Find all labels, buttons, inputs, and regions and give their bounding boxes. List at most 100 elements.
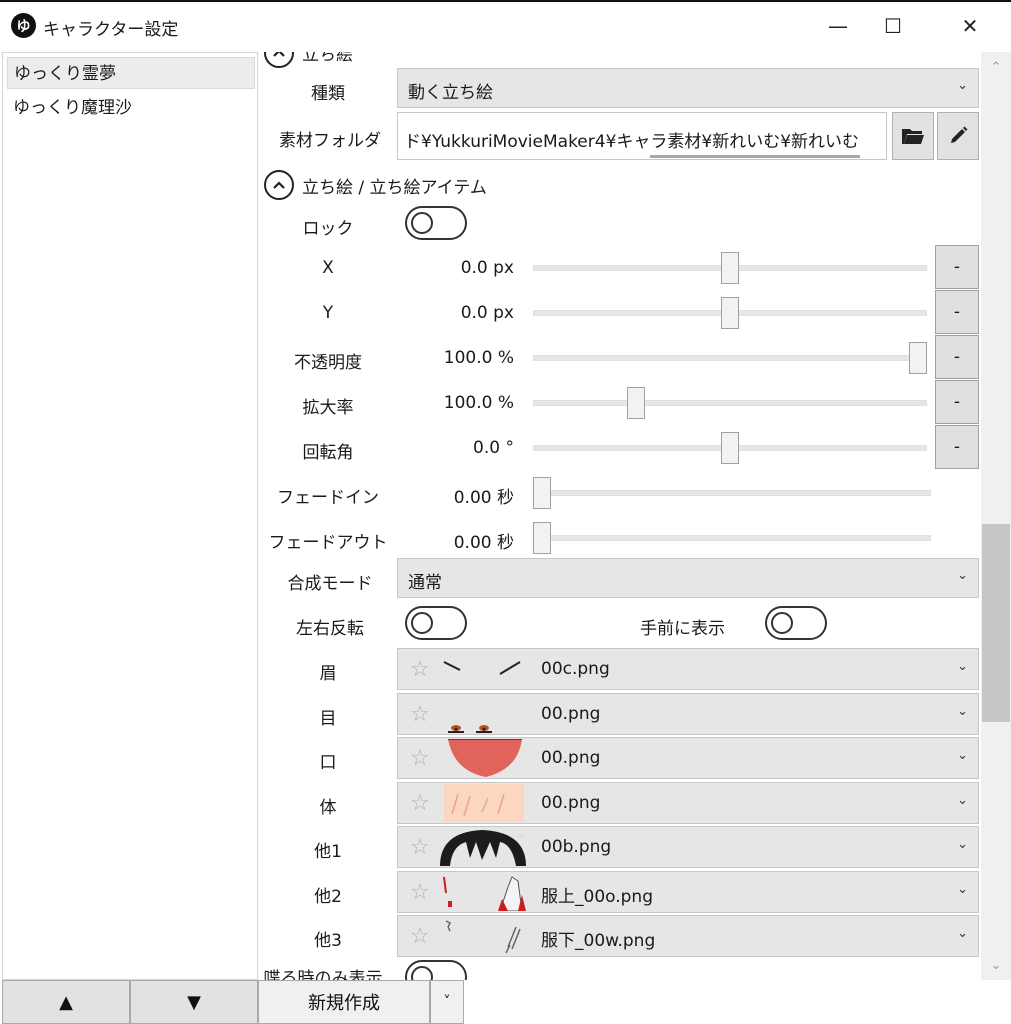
character-list: ゆっくり霊夢 ゆっくり魔理沙: [2, 52, 258, 980]
chevron-down-icon: ⌄: [957, 882, 968, 897]
part-label: 眉: [319, 664, 337, 684]
part-label: 体: [319, 798, 337, 818]
param-value[interactable]: 0.00 秒: [408, 528, 514, 553]
character-list-item[interactable]: ゆっくり霊夢: [7, 57, 255, 89]
part-label: 口: [319, 753, 337, 773]
param-slider-track[interactable]: [533, 355, 927, 361]
kind-label: 種類: [311, 84, 345, 104]
param-value[interactable]: 0.0 °: [408, 438, 514, 458]
chevron-down-icon: ⌄: [957, 926, 968, 941]
speak-only-toggle[interactable]: [405, 960, 467, 980]
star-icon[interactable]: ☆: [410, 924, 430, 949]
folder-input[interactable]: ド¥YukkuriMovieMaker4¥キャラ素材¥新れいむ¥新れいむ: [397, 112, 887, 160]
new-character-dropdown[interactable]: ˅: [430, 980, 464, 1024]
param-label: 不透明度: [294, 353, 362, 373]
folder-label: 素材フォルダ: [279, 131, 381, 151]
character-list-item[interactable]: ゆっくり魔理沙: [7, 92, 255, 124]
part-thumbnail: [438, 739, 530, 777]
part-file-name: 00c.png: [541, 659, 610, 679]
scrollbar-thumb[interactable]: [982, 524, 1010, 722]
part-select[interactable]: ☆ 服上_00o.png ⌄: [397, 871, 979, 913]
app-icon: ゆ: [11, 13, 36, 38]
param-reset-button[interactable]: -: [935, 335, 979, 379]
part-select[interactable]: ☆ 00.png ⌄: [397, 737, 979, 779]
collapse-section-icon[interactable]: [264, 170, 294, 200]
part-select[interactable]: ☆ 服下_00w.png ⌄: [397, 915, 979, 957]
kind-select[interactable]: 動く立ち絵 ⌄: [397, 68, 979, 108]
speak-only-label: 喋る時のみ表示: [263, 969, 383, 980]
part-thumbnail: [438, 828, 530, 866]
param-reset-button[interactable]: -: [935, 425, 979, 469]
param-slider-track[interactable]: [533, 400, 927, 406]
move-up-button[interactable]: ▲: [2, 980, 130, 1024]
flip-toggle[interactable]: [405, 606, 467, 640]
param-slider-thumb[interactable]: [533, 522, 551, 554]
star-icon[interactable]: ☆: [410, 657, 430, 682]
part-label: 他1: [314, 842, 342, 862]
param-reset-button[interactable]: -: [935, 380, 979, 424]
param-slider-thumb[interactable]: [721, 432, 739, 464]
scroll-up-icon[interactable]: ⌃: [981, 54, 1011, 80]
settings-pane: 立ち絵 種類 動く立ち絵 ⌄ 素材フォルダ ド¥YukkuriMovieMake…: [258, 52, 981, 980]
part-file-name: 00.png: [541, 704, 601, 724]
collapse-section-icon[interactable]: [264, 52, 294, 68]
param-reset-button[interactable]: -: [935, 290, 979, 334]
chevron-down-icon: ⌄: [957, 704, 968, 719]
param-value[interactable]: 0.0 px: [408, 258, 514, 278]
part-file-name: 00b.png: [541, 837, 612, 857]
param-value[interactable]: 0.00 秒: [408, 483, 514, 508]
folder-path-scrollbar[interactable]: [650, 155, 860, 158]
section-title-items: 立ち絵 / 立ち絵アイテム: [302, 178, 487, 198]
blend-mode-label: 合成モード: [287, 574, 373, 594]
param-label: X: [322, 258, 334, 278]
param-label: フェードイン: [277, 488, 379, 508]
param-reset-button[interactable]: -: [935, 245, 979, 289]
move-down-button[interactable]: ▼: [130, 980, 258, 1024]
param-slider-thumb[interactable]: [721, 252, 739, 284]
param-slider-thumb[interactable]: [909, 342, 927, 374]
window-top-edge: [0, 0, 1011, 2]
part-thumbnail: [438, 695, 530, 733]
scroll-down-icon[interactable]: ⌄: [981, 952, 1011, 978]
part-file-name: 服下_00w.png: [541, 931, 656, 951]
lock-label: ロック: [302, 219, 354, 239]
chevron-down-icon: ⌄: [957, 78, 968, 93]
param-slider-thumb[interactable]: [533, 477, 551, 509]
new-character-button[interactable]: 新規作成: [258, 980, 430, 1024]
lock-toggle[interactable]: [405, 206, 467, 240]
param-value[interactable]: 100.0 %: [408, 393, 514, 413]
param-slider-track[interactable]: [533, 490, 931, 496]
param-slider-track[interactable]: [533, 535, 931, 541]
chevron-down-icon: ⌄: [957, 748, 968, 763]
part-select[interactable]: ☆ 00.png ⌄: [397, 782, 979, 824]
minimize-button[interactable]: —: [818, 8, 858, 44]
star-icon[interactable]: ☆: [410, 835, 430, 860]
star-icon[interactable]: ☆: [410, 702, 430, 727]
param-value[interactable]: 100.0 %: [408, 348, 514, 368]
param-slider-thumb[interactable]: [721, 297, 739, 329]
param-value[interactable]: 0.0 px: [408, 303, 514, 323]
part-file-name: 服上_00o.png: [541, 887, 653, 907]
blend-mode-select[interactable]: 通常 ⌄: [397, 558, 979, 598]
star-icon[interactable]: ☆: [410, 791, 430, 816]
chevron-down-icon: ⌄: [957, 659, 968, 674]
vertical-scrollbar[interactable]: ⌃ ⌄: [981, 52, 1011, 980]
param-label: 拡大率: [302, 398, 354, 418]
front-label: 手前に表示: [640, 619, 725, 639]
part-select[interactable]: ☆ 00b.png ⌄: [397, 826, 979, 868]
param-slider-thumb[interactable]: [627, 387, 645, 419]
part-select[interactable]: ☆ 00c.png ⌄: [397, 648, 979, 690]
kind-value: 動く立ち絵: [408, 83, 493, 103]
open-folder-button[interactable]: [892, 112, 934, 160]
maximize-button[interactable]: ☐: [873, 8, 913, 44]
part-thumbnail: [438, 784, 530, 822]
part-label: 目: [319, 709, 337, 729]
edit-folder-button[interactable]: [937, 112, 979, 160]
part-file-name: 00.png: [541, 793, 601, 813]
star-icon[interactable]: ☆: [410, 880, 430, 905]
front-toggle[interactable]: [765, 606, 827, 640]
star-icon[interactable]: ☆: [410, 746, 430, 771]
param-label: 回転角: [302, 443, 354, 463]
part-select[interactable]: ☆ 00.png ⌄: [397, 693, 979, 735]
close-button[interactable]: ✕: [950, 8, 990, 44]
